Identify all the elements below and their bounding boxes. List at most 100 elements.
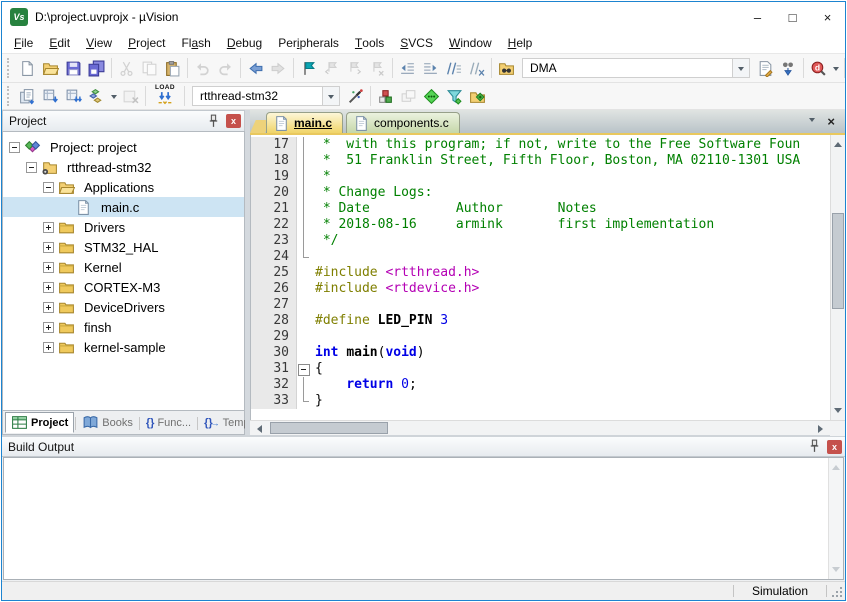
code-line-25[interactable]: 25#include <rtthread.h> <box>251 265 830 281</box>
horizontal-scroll-track[interactable] <box>265 421 815 435</box>
scroll-left-icon[interactable] <box>250 421 265 436</box>
tree-item-stm32-hal[interactable]: STM32_HAL <box>3 237 244 257</box>
save-all-button[interactable] <box>85 56 108 80</box>
function-editor-button[interactable] <box>420 84 443 108</box>
file-extensions-button[interactable] <box>374 84 397 108</box>
tree-expander-plus[interactable] <box>43 302 54 313</box>
toggle-bookmark-button[interactable] <box>297 56 320 80</box>
scroll-up-icon[interactable] <box>831 135 845 150</box>
code-line-31[interactable]: 31{ <box>251 361 830 377</box>
minimize-button[interactable]: – <box>740 2 775 32</box>
tree-expander-plus[interactable] <box>43 322 54 333</box>
code-line-26[interactable]: 26#include <rtdevice.h> <box>251 281 830 297</box>
target-select-combo[interactable]: rtthread-stm32 <box>192 86 340 106</box>
code-line-33[interactable]: 33} <box>251 393 830 409</box>
tree-expander-minus[interactable] <box>26 162 37 173</box>
code-line-30[interactable]: 30int main(void) <box>251 345 830 361</box>
code-line-22[interactable]: 22 * 2018-08-16 armink first implementat… <box>251 217 830 233</box>
code-line-27[interactable]: 27 <box>251 297 830 313</box>
code-line-19[interactable]: 19 * <box>251 169 830 185</box>
tree-item-kernel-sample[interactable]: kernel-sample <box>3 337 244 357</box>
output-scroll-up-icon[interactable] <box>829 458 843 473</box>
tree-expander-plus[interactable] <box>43 222 54 233</box>
fold-collapse-icon[interactable] <box>297 361 310 377</box>
close-output-button[interactable]: x <box>827 440 842 454</box>
code-line-21[interactable]: 21 * Date Author Notes <box>251 201 830 217</box>
menu-file[interactable]: File <box>6 32 41 53</box>
search-text-combo[interactable]: DMA <box>522 58 750 78</box>
build-button[interactable] <box>39 84 62 108</box>
tree-item-project-project[interactable]: Project: project <box>3 137 244 157</box>
unindent-button[interactable] <box>396 56 419 80</box>
vertical-scroll-thumb[interactable] <box>832 213 844 309</box>
code-line-18[interactable]: 18 * 51 Franklin Street, Fifth Floor, Bo… <box>251 153 830 169</box>
maximize-button[interactable]: □ <box>775 2 810 32</box>
search-text-combo-dropdown-button[interactable] <box>732 59 749 77</box>
start-debug-session-button-dropdown[interactable] <box>830 56 841 80</box>
tree-item-kernel[interactable]: Kernel <box>3 257 244 277</box>
code-line-23[interactable]: 23 */ <box>251 233 830 249</box>
menu-view[interactable]: View <box>78 32 120 53</box>
find-button[interactable] <box>754 56 777 80</box>
comment-button[interactable] <box>442 56 465 80</box>
menu-debug[interactable]: Debug <box>219 32 270 53</box>
tree-expander-minus[interactable] <box>43 182 54 193</box>
scroll-down-icon[interactable] <box>831 405 845 420</box>
close-document-icon[interactable]: × <box>827 115 835 128</box>
save-button[interactable] <box>62 56 85 80</box>
new-file-button[interactable] <box>16 56 39 80</box>
horizontal-scroll-thumb[interactable] <box>270 422 388 434</box>
tree-item-devicedrivers[interactable]: DeviceDrivers <box>3 297 244 317</box>
download-button[interactable]: LOAD <box>149 84 181 108</box>
toolbar-grip[interactable] <box>7 86 11 106</box>
menu-peripherals[interactable]: Peripherals <box>270 32 347 53</box>
code-line-17[interactable]: 17 * with this program; if not, write to… <box>251 137 830 153</box>
uncomment-button[interactable] <box>465 56 488 80</box>
menu-svcs[interactable]: SVCS <box>392 32 441 53</box>
tree-item-cortex-m3[interactable]: CORTEX-M3 <box>3 277 244 297</box>
code-line-32[interactable]: 32 return 0; <box>251 377 830 393</box>
menu-tools[interactable]: Tools <box>347 32 392 53</box>
paste-button[interactable] <box>161 56 184 80</box>
tree-expander-plus[interactable] <box>43 342 54 353</box>
indent-button[interactable] <box>419 56 442 80</box>
menu-project[interactable]: Project <box>120 32 173 53</box>
panel-tab-books[interactable]: Books <box>77 412 138 433</box>
code-line-29[interactable]: 29 <box>251 329 830 345</box>
close-button[interactable]: × <box>810 2 845 32</box>
tree-expander-plus[interactable] <box>43 262 54 273</box>
editor-horizontal-scrollbar[interactable] <box>250 420 845 435</box>
code-line-28[interactable]: 28#define LED_PIN 3 <box>251 313 830 329</box>
open-file-button[interactable] <box>39 56 62 80</box>
tree-item-main-c[interactable]: main.c <box>3 197 244 217</box>
pin-panel-button[interactable] <box>205 114 222 129</box>
code-line-24[interactable]: 24 <box>251 249 830 265</box>
output-scroll-down-icon[interactable] <box>829 564 843 579</box>
editor-tab-components-c[interactable]: components.c <box>346 112 460 133</box>
menu-flash[interactable]: Flash <box>173 32 218 53</box>
navigate-back-button[interactable] <box>244 56 267 80</box>
panel-tab-func[interactable]: {}Func... <box>141 412 196 433</box>
target-options-button[interactable] <box>344 84 367 108</box>
editor-vertical-scrollbar[interactable] <box>830 135 845 420</box>
rebuild-button[interactable] <box>62 84 85 108</box>
pin-output-button[interactable] <box>806 439 823 454</box>
configure-target-button[interactable] <box>443 84 466 108</box>
panel-tab-project[interactable]: Project <box>5 412 74 433</box>
tab-list-dropdown-icon[interactable] <box>809 118 815 125</box>
tree-item-drivers[interactable]: Drivers <box>3 217 244 237</box>
resize-grip[interactable] <box>827 582 845 600</box>
menu-window[interactable]: Window <box>441 32 500 53</box>
batch-build-button-dropdown[interactable] <box>108 84 119 108</box>
tree-item-applications[interactable]: Applications <box>3 177 244 197</box>
code-line-20[interactable]: 20 * Change Logs: <box>251 185 830 201</box>
batch-build-button[interactable] <box>85 84 108 108</box>
tree-item-rtthread-stm32[interactable]: rtthread-stm32 <box>3 157 244 177</box>
close-panel-button[interactable]: x <box>226 114 241 128</box>
translate-button[interactable] <box>16 84 39 108</box>
start-debug-session-button[interactable]: d <box>807 56 830 80</box>
incremental-find-button[interactable] <box>777 56 800 80</box>
menu-help[interactable]: Help <box>500 32 541 53</box>
target-select-combo-dropdown-button[interactable] <box>322 87 339 105</box>
toolbar-grip[interactable] <box>7 58 11 78</box>
